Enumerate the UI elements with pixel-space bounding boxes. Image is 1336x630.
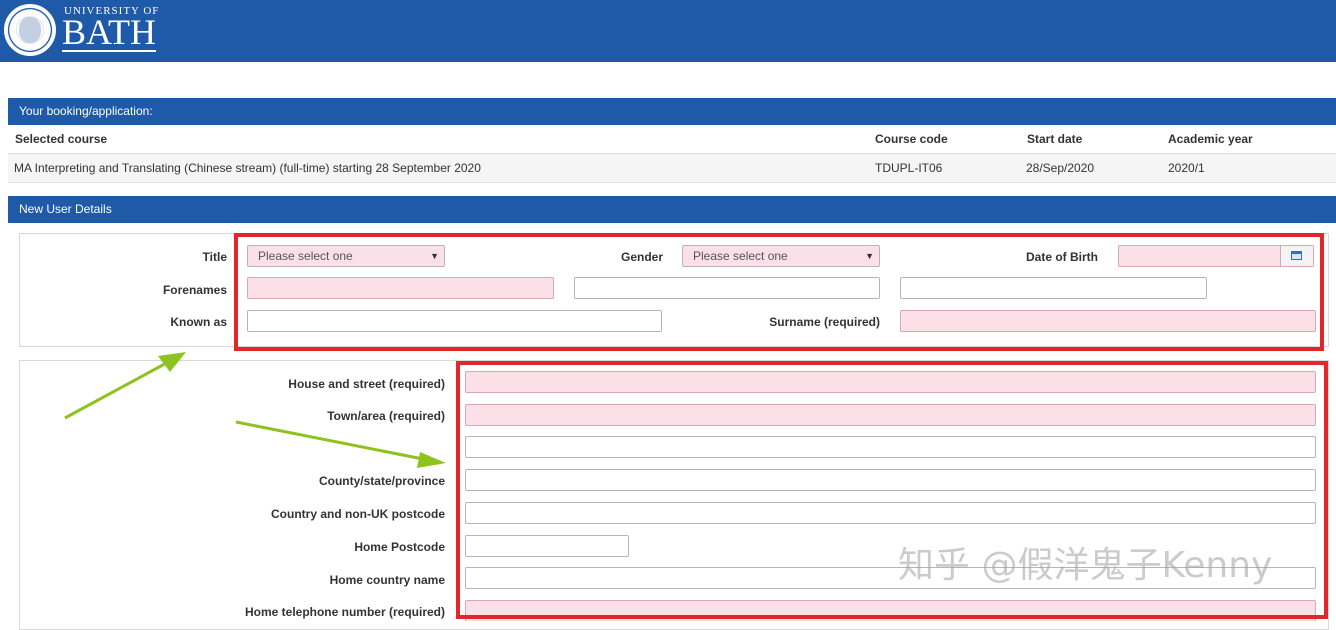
arrow-2-shaft bbox=[235, 420, 429, 462]
arrow-1-shaft bbox=[64, 358, 173, 420]
watermark: 知乎 @假洋鬼子Kenny bbox=[898, 545, 1273, 586]
arrow-2-head-icon bbox=[417, 452, 446, 468]
arrow-1-head-icon bbox=[158, 352, 186, 372]
annotation-arrows bbox=[64, 352, 446, 468]
